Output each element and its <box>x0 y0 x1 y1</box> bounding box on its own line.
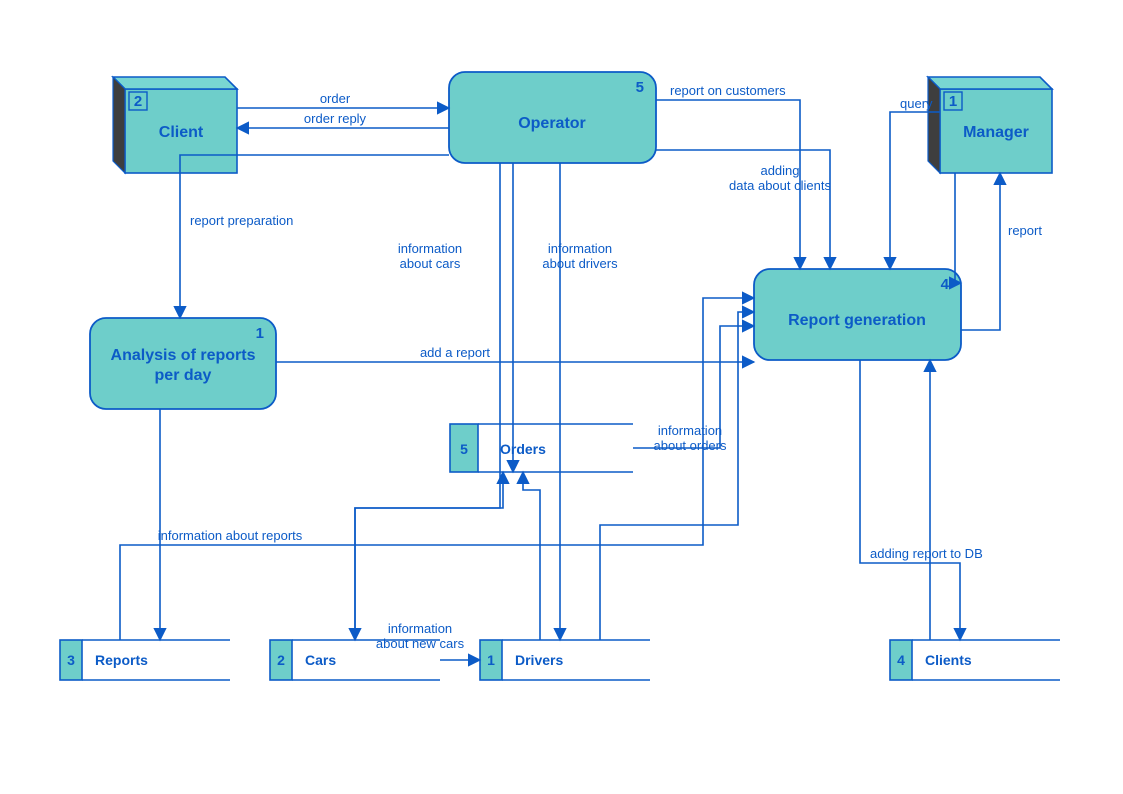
reports-num: 3 <box>67 652 75 668</box>
flow-info-orders-label1: information <box>658 423 722 438</box>
datastore-clients: 4 Clients <box>890 640 1060 680</box>
process-reportgen: 4 Report generation <box>754 269 961 360</box>
process-analysis: 1 Analysis of reports per day <box>90 318 276 409</box>
flow-report-preparation <box>180 155 449 318</box>
flow-info-new-cars-label2: about new cars <box>376 636 465 651</box>
analysis-num: 1 <box>256 325 264 342</box>
manager-label: Manager <box>963 124 1029 141</box>
flow-query-label: query <box>900 96 933 111</box>
flow-report <box>961 173 1000 330</box>
flow-order-reply-label: order reply <box>304 111 367 126</box>
datastore-orders: 5 Orders <box>450 424 633 472</box>
flow-adding-data-clients-label2: data about clients <box>729 178 831 193</box>
process-operator: 5 Operator <box>449 72 656 163</box>
flow-info-drivers-label1: information <box>548 241 612 256</box>
client-num: 2 <box>134 93 142 110</box>
analysis-label: Analysis of reports <box>111 347 256 364</box>
flow-info-cars-label2: about cars <box>400 256 461 271</box>
orders-label: Orders <box>500 441 546 457</box>
flow-info-new-cars-label1: information <box>388 621 452 636</box>
cars-label: Cars <box>305 652 336 668</box>
cars-num: 2 <box>277 652 285 668</box>
flow-info-cars <box>355 163 500 640</box>
flow-adding-report-db <box>860 360 960 640</box>
operator-label: Operator <box>518 115 586 132</box>
reportgen-num: 4 <box>941 276 950 293</box>
drivers-num: 1 <box>487 652 495 668</box>
flow-info-about-reports-label: information about reports <box>158 528 303 543</box>
flow-report-preparation-label: report preparation <box>190 213 293 228</box>
analysis-label2: per day <box>155 367 212 384</box>
client-label: Client <box>159 124 204 141</box>
flow-info-orders-label2: about orders <box>654 438 727 453</box>
flow-adding-report-db-label: adding report to DB <box>870 546 983 561</box>
reportgen-label: Report generation <box>788 312 926 329</box>
datastore-drivers: 1 Drivers <box>480 640 650 680</box>
flow-report-label: report <box>1008 223 1042 238</box>
clients-label: Clients <box>925 652 972 668</box>
external-manager: 1 Manager <box>928 77 1052 173</box>
operator-num: 5 <box>636 79 644 96</box>
reports-label: Reports <box>95 652 148 668</box>
flow-cars-to-orders <box>355 472 503 640</box>
drivers-label: Drivers <box>515 652 563 668</box>
manager-num: 1 <box>949 93 957 110</box>
flow-query <box>955 173 961 283</box>
external-client: 2 Client <box>113 77 237 173</box>
flow-adding-data-clients <box>656 150 830 269</box>
flow-report-on-customers-label: report on customers <box>670 83 786 98</box>
flow-order-label: order <box>320 91 351 106</box>
flow-add-a-report-label: add a report <box>420 345 490 360</box>
flow-info-cars-label1: information <box>398 241 462 256</box>
datastore-reports: 3 Reports <box>60 640 230 680</box>
clients-num: 4 <box>897 652 905 668</box>
flow-info-drivers-label2: about drivers <box>542 256 618 271</box>
flow-adding-data-clients-label1: adding <box>760 163 799 178</box>
orders-num: 5 <box>460 441 468 457</box>
flow-drivers-to-orders <box>523 472 540 640</box>
